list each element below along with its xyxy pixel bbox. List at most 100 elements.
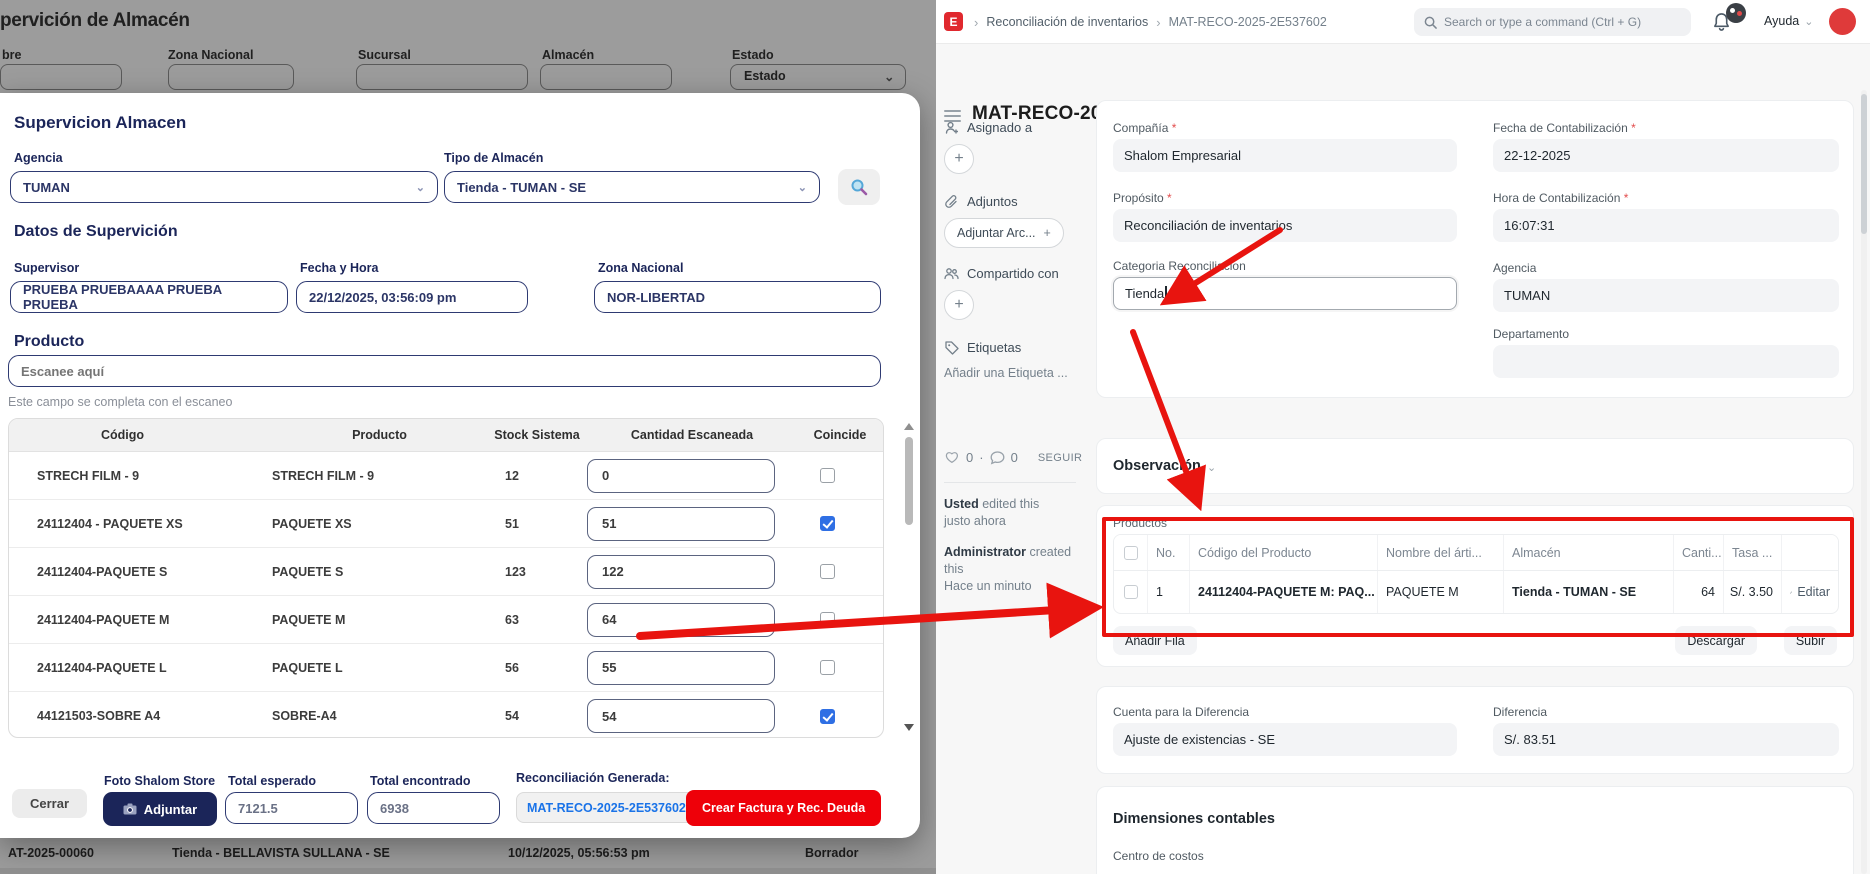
- add-tag-link[interactable]: Añadir una Etiqueta ...: [944, 366, 1068, 380]
- supervision-table: Código Producto Stock Sistema Cantidad E…: [8, 418, 884, 738]
- row-checkbox[interactable]: [1124, 585, 1138, 599]
- row-almacen[interactable]: Tienda - TUMAN - SE: [1504, 571, 1674, 613]
- plus-icon: +: [1044, 226, 1051, 240]
- coincide-checkbox[interactable]: [820, 660, 835, 675]
- erp-navbar: E › Reconciliación de inventarios › MAT-…: [936, 0, 1870, 44]
- adjuntar-button[interactable]: Adjuntar: [103, 792, 217, 826]
- coincide-checkbox[interactable]: [820, 516, 835, 531]
- row-tasa[interactable]: S/. 3.50: [1724, 571, 1782, 613]
- scan-help-text: Este campo se completa con el escaneo: [8, 395, 232, 409]
- dimensiones-card: Dimensiones contables Centro de costos: [1096, 786, 1854, 874]
- diferencia-field: S/. 83.51: [1493, 723, 1839, 756]
- breadcrumb-item-doctype[interactable]: Reconciliación de inventarios: [986, 15, 1148, 29]
- grid-header-almacen: Almacén: [1504, 535, 1674, 570]
- comments-count: 0: [1011, 450, 1018, 465]
- coincide-checkbox[interactable]: [820, 709, 835, 724]
- coincide-checkbox[interactable]: [820, 612, 835, 627]
- search-button[interactable]: [838, 169, 880, 205]
- total-encontrado-label: Total encontrado: [370, 774, 470, 788]
- scroll-up-icon[interactable]: [904, 423, 914, 430]
- descargar-button[interactable]: Descargar: [1675, 626, 1757, 655]
- grid-header-cantidad: Canti...: [1674, 535, 1724, 570]
- notification-badge[interactable]: [1726, 3, 1746, 23]
- sidebar-etiquetas: Etiquetas: [944, 340, 1021, 355]
- erp-title-row: MAT-RECO-2025-2E537602 No guardado Obten…: [936, 44, 1870, 92]
- scrollbar-thumb[interactable]: [905, 437, 913, 525]
- grid-header-row: No. Código del Producto Nombre del árti.…: [1114, 535, 1838, 571]
- fecha-contab-label: Fecha de Contabilización: [1493, 121, 1636, 135]
- activity-created-time: Hace un minuto: [944, 579, 1032, 593]
- user-avatar[interactable]: [1829, 8, 1856, 35]
- search-icon: [850, 178, 868, 196]
- categoria-input[interactable]: Tienda: [1113, 277, 1457, 310]
- heart-icon[interactable]: [944, 450, 960, 465]
- breadcrumb-item-doc[interactable]: MAT-RECO-2025-2E537602: [1169, 15, 1327, 29]
- agencia-erp-field[interactable]: TUMAN: [1493, 279, 1839, 312]
- chevron-down-icon[interactable]: ⌄: [1207, 461, 1216, 474]
- col-header-cantidad: Cantidad Escaneada: [587, 428, 797, 442]
- agencia-select[interactable]: TUMAN ⌄: [10, 171, 438, 203]
- observacion-card: Observación ⌄: [1096, 438, 1854, 494]
- departamento-field[interactable]: [1493, 345, 1839, 378]
- col-header-codigo: Código: [37, 428, 272, 442]
- chevron-right-icon: ›: [974, 15, 978, 30]
- table-row: 24112404-PAQUETE M PAQUETE M 63: [9, 596, 883, 644]
- supervisor-field[interactable]: PRUEBA PRUEBAAAA PRUEBA PRUEBA: [10, 281, 288, 313]
- cantidad-input[interactable]: [587, 603, 775, 637]
- row-codigo[interactable]: 24112404-PAQUETE M: PAQ...: [1190, 571, 1378, 613]
- page-scrollbar[interactable]: [1861, 90, 1867, 874]
- row-nombre[interactable]: PAQUETE M: [1378, 571, 1504, 613]
- fecha-hora-field[interactable]: 22/12/2025, 03:56:09 pm: [296, 281, 528, 313]
- table-row: STRECH FILM - 9 STRECH FILM - 9 12: [9, 452, 883, 500]
- seguir-button[interactable]: SEGUIR: [1038, 452, 1083, 464]
- total-esperado-input[interactable]: [225, 792, 358, 824]
- ayuda-menu[interactable]: Ayuda ⌄: [1764, 14, 1813, 28]
- cerrar-button[interactable]: Cerrar: [12, 789, 87, 818]
- scroll-down-icon[interactable]: [904, 724, 914, 731]
- row-cantidad[interactable]: 64: [1674, 571, 1724, 613]
- table-scrollbar[interactable]: [903, 423, 915, 733]
- cantidad-input[interactable]: [587, 699, 775, 733]
- crear-factura-button[interactable]: Crear Factura y Rec. Deuda: [686, 790, 881, 826]
- anadir-fila-button[interactable]: Añadir Fila: [1113, 626, 1197, 655]
- scan-input[interactable]: [8, 355, 881, 387]
- chevron-down-icon: ⌄: [798, 181, 807, 194]
- scrollbar-thumb[interactable]: [1861, 94, 1867, 234]
- chevron-down-icon: ⌄: [1804, 15, 1813, 28]
- compania-field[interactable]: Shalom Empresarial: [1113, 139, 1457, 172]
- fecha-contab-field[interactable]: 22-12-2025: [1493, 139, 1839, 172]
- reconciliacion-generada-label: Reconciliación Generada:: [516, 771, 670, 785]
- camera-icon: [123, 803, 137, 815]
- proposito-field[interactable]: Reconciliación de inventarios: [1113, 209, 1457, 242]
- cantidad-input[interactable]: [587, 555, 775, 589]
- add-share-button[interactable]: +: [944, 290, 974, 320]
- adjuntar-archivo-button[interactable]: Adjuntar Arc... +: [944, 218, 1064, 248]
- zona-nacional-field[interactable]: NOR-LIBERTAD: [594, 281, 881, 313]
- cantidad-input[interactable]: [587, 459, 775, 493]
- departamento-label: Departamento: [1493, 327, 1569, 341]
- datos-heading: Datos de Supervición: [14, 223, 178, 241]
- users-icon: [944, 266, 959, 281]
- editar-button[interactable]: Editar: [1782, 571, 1838, 613]
- select-all-checkbox[interactable]: [1124, 546, 1138, 560]
- global-search-input[interactable]: Search or type a command (Ctrl + G): [1414, 8, 1691, 36]
- cuenta-diferencia-label: Cuenta para la Diferencia: [1113, 705, 1249, 719]
- coincide-checkbox[interactable]: [820, 468, 835, 483]
- subir-button[interactable]: Subir: [1784, 626, 1837, 655]
- activity-created: Administrator created this Hace un minut…: [944, 544, 1084, 595]
- grid-header-nombre: Nombre del árti...: [1378, 535, 1504, 570]
- total-encontrado-input[interactable]: [367, 792, 500, 824]
- erpnext-logo[interactable]: E: [944, 12, 963, 31]
- col-header-producto: Producto: [272, 428, 487, 442]
- reconciliacion-link[interactable]: MAT-RECO-2025-2E537602: [516, 792, 697, 823]
- hora-contab-field[interactable]: 16:07:31: [1493, 209, 1839, 242]
- cantidad-input[interactable]: [587, 507, 775, 541]
- paperclip-icon: [944, 194, 959, 209]
- add-assignee-button[interactable]: +: [944, 144, 974, 174]
- comment-icon[interactable]: [990, 451, 1005, 465]
- text-cursor: [1165, 286, 1167, 302]
- coincide-checkbox[interactable]: [820, 564, 835, 579]
- cantidad-input[interactable]: [587, 651, 775, 685]
- tipo-almacen-select[interactable]: Tienda - TUMAN - SE ⌄: [444, 171, 820, 203]
- cuenta-diferencia-field[interactable]: Ajuste de existencias - SE: [1113, 723, 1457, 756]
